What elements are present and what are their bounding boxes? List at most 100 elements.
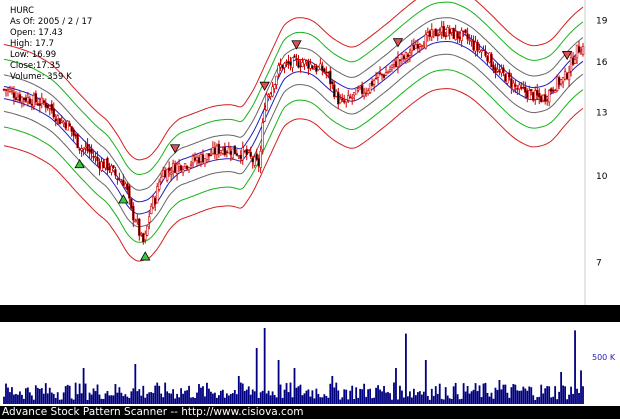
high-label: High: 17.7 xyxy=(10,39,55,49)
date-tick-label: Aug xyxy=(131,305,148,315)
candle-body xyxy=(394,61,398,68)
candle-body xyxy=(462,30,465,33)
volume-bar xyxy=(289,382,292,404)
candle-body xyxy=(74,134,77,137)
volume-bar xyxy=(508,397,511,404)
volume-bar xyxy=(116,392,119,404)
volume-bar xyxy=(418,391,421,404)
candle-body xyxy=(169,172,173,175)
volume-bar xyxy=(170,393,173,404)
candle-body xyxy=(227,147,231,154)
volume-bar xyxy=(253,391,256,404)
candle-body xyxy=(22,97,26,101)
candle-body xyxy=(376,73,380,78)
volume-bar xyxy=(315,388,318,404)
candle-body xyxy=(279,64,282,68)
volume-tick-label: 500 K xyxy=(592,353,616,362)
candle-body xyxy=(229,150,233,155)
volume-bar xyxy=(331,376,334,404)
candle-body xyxy=(76,133,79,149)
volume-bar xyxy=(46,393,49,404)
candle-body xyxy=(436,34,439,37)
candle-body xyxy=(161,169,165,177)
candle-body xyxy=(349,96,352,99)
candle-body xyxy=(96,156,99,162)
volume-bar xyxy=(5,383,7,404)
volume-bar xyxy=(186,390,188,404)
volume-bar xyxy=(490,392,493,404)
candle-body xyxy=(313,68,316,70)
candle-body xyxy=(476,41,479,51)
volume-bar xyxy=(403,397,405,404)
candle-body xyxy=(281,64,284,69)
price-tick-label: 13 xyxy=(596,108,607,118)
candle-body xyxy=(484,50,487,56)
candle-body xyxy=(165,168,169,181)
volume-bar xyxy=(168,393,171,404)
candle-body xyxy=(187,167,191,171)
volume-bar xyxy=(486,393,489,404)
volume-bar xyxy=(412,388,415,404)
volume-bar xyxy=(126,396,129,404)
volume-bar xyxy=(542,393,545,404)
candle-body xyxy=(504,74,507,82)
candle-body xyxy=(442,25,445,37)
volume-bar xyxy=(217,395,220,404)
volume-bar xyxy=(223,397,226,404)
volume-bar xyxy=(142,385,145,404)
candle-body xyxy=(243,150,246,153)
volume-bar xyxy=(456,394,459,404)
volume-bar xyxy=(180,388,182,404)
volume-bar xyxy=(265,393,268,404)
volume-bar xyxy=(564,386,566,404)
candle-body xyxy=(398,59,402,62)
candle-body xyxy=(64,122,67,129)
candle-body xyxy=(146,225,149,236)
candle-body xyxy=(486,55,489,62)
volume-bar xyxy=(578,392,580,404)
volume-bar xyxy=(138,389,141,404)
volume-bar xyxy=(198,384,200,404)
candle-body xyxy=(573,59,577,64)
candle-body xyxy=(203,158,207,165)
candle-body xyxy=(335,91,338,97)
volume-bar xyxy=(351,385,354,404)
candle-body xyxy=(518,84,521,90)
candle-body xyxy=(32,94,36,107)
candle-body xyxy=(440,26,443,33)
volume-bar xyxy=(345,389,348,404)
volume-bar xyxy=(466,386,469,404)
volume-bar xyxy=(327,397,330,404)
volume-bar xyxy=(462,383,465,404)
volume-bar xyxy=(172,389,175,404)
candle-body xyxy=(231,148,235,159)
volume-bar xyxy=(303,393,306,404)
candle-body xyxy=(301,62,304,67)
candle-body xyxy=(360,85,364,94)
candle-body xyxy=(255,153,258,161)
candle-body xyxy=(20,96,24,103)
candle-body xyxy=(444,35,447,38)
volume-bar xyxy=(416,392,419,404)
candle-body xyxy=(303,59,306,65)
volume-bar xyxy=(448,398,451,404)
candle-body xyxy=(536,89,539,96)
volume-bar xyxy=(532,395,535,404)
volume-bar xyxy=(357,397,360,404)
volume-bar xyxy=(311,390,314,404)
volume-bar xyxy=(335,382,338,404)
volume-bar xyxy=(494,387,497,404)
candle-body xyxy=(261,122,264,150)
candle-body xyxy=(98,161,101,169)
candle-body xyxy=(217,143,221,154)
date-tick-label: Oct xyxy=(265,305,280,315)
candle-body xyxy=(555,76,559,91)
volume-bar xyxy=(317,393,320,404)
volume-bar xyxy=(410,397,413,404)
candle-body xyxy=(498,70,501,73)
volume-bar xyxy=(152,392,155,404)
candle-body xyxy=(126,183,129,191)
candle-body xyxy=(532,92,535,101)
candle-body xyxy=(88,149,91,153)
candle-body xyxy=(297,60,300,68)
